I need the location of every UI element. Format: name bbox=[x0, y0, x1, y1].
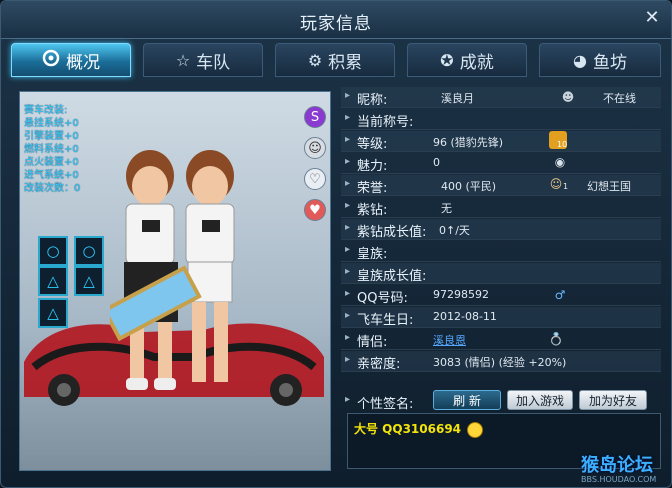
charm-value: 0 bbox=[433, 156, 440, 169]
male-symbol-icon: ♂ bbox=[554, 288, 566, 302]
row-charm: 魅力: 0 ◉ bbox=[341, 153, 661, 174]
purple-s-icon[interactable]: S bbox=[304, 106, 326, 128]
kart-stats: 赛车改装: 悬挂系统+0 引擎装置+0 燃料系统+0 点火装置+0 进气系统+0… bbox=[24, 104, 80, 195]
row-title: 当前称号: bbox=[341, 109, 661, 130]
side-icons: S ☺ ♡ ♥ bbox=[304, 106, 326, 230]
nickname-label: 昵称: bbox=[345, 89, 388, 108]
tab-label: 积累 bbox=[328, 52, 363, 73]
close-icon[interactable]: ✕ bbox=[641, 7, 663, 29]
tab-accumulate[interactable]: ⚙ 积累 bbox=[275, 43, 395, 77]
signature-text-wrap: 大号 QQ3106694 bbox=[354, 420, 484, 438]
title-label: 当前称号: bbox=[345, 111, 413, 130]
stat-line: 进气系统+0 bbox=[24, 170, 79, 181]
birthday-label: 飞车生日: bbox=[345, 309, 413, 328]
row-royal-growth: 皇族成长值: bbox=[341, 263, 661, 284]
title-bar: 玩家信息 ✕ bbox=[1, 1, 671, 39]
row-intimacy: 亲密度: 3083 (情侣) (经验 +20%) bbox=[341, 351, 661, 372]
heart-icon[interactable]: ♥ bbox=[304, 199, 326, 221]
qq-value: 97298592 bbox=[433, 288, 489, 301]
qq-label: QQ号码: bbox=[345, 287, 408, 306]
tab-label: 成就 bbox=[459, 52, 494, 73]
row-purple-growth: 紫钻成长值: 0↑/天 bbox=[341, 219, 661, 240]
stat-line: 引擎装置+0 bbox=[24, 131, 79, 142]
chat-icon[interactable]: ☺ bbox=[304, 137, 326, 159]
signature-row: 个性签名: 刷 新 加入游戏 加为好友 bbox=[341, 389, 661, 413]
stat-line: 点火装置+0 bbox=[24, 157, 79, 168]
level-label: 等级: bbox=[345, 133, 388, 152]
row-purple-diamond: 紫钻: 无 bbox=[341, 197, 661, 218]
row-nickname: 昵称: 溪良月 ☻ 不在线 bbox=[341, 87, 661, 108]
chat-bubble-icon[interactable]: ☻ bbox=[559, 88, 577, 106]
tab-label: 车队 bbox=[196, 52, 231, 73]
tab-achievements[interactable]: ✪ 成就 bbox=[407, 43, 527, 77]
row-royal: 皇族: bbox=[341, 241, 661, 262]
charm-chat-icon: ◉ bbox=[554, 155, 566, 169]
fish-icon: ◕ bbox=[573, 50, 587, 70]
add-friend-button[interactable]: 加为好友 bbox=[579, 390, 647, 410]
stat-line: 燃料系统+0 bbox=[24, 144, 79, 155]
level-badge-count: 10 bbox=[557, 140, 568, 149]
online-status: 不在线 bbox=[603, 92, 636, 105]
signature-text: 大号 QQ3106694 bbox=[354, 422, 462, 436]
character-figures bbox=[110, 150, 235, 390]
slot-triangle[interactable]: △ bbox=[74, 266, 104, 296]
tab-fish-shop[interactable]: ◕ 鱼坊 bbox=[539, 43, 661, 77]
tab-overview[interactable]: 概况 bbox=[11, 43, 131, 77]
row-qq: QQ号码: 97298592 ♂ bbox=[341, 285, 661, 306]
partner-link[interactable]: 溪良恩 bbox=[433, 332, 466, 348]
medal-icon: ✪ bbox=[440, 50, 454, 70]
swirl-icon bbox=[42, 49, 60, 71]
watermark-url: BBS.HOUDAO.COM bbox=[581, 475, 657, 484]
intimacy-value: 3083 (情侣) (经验 +20%) bbox=[433, 356, 567, 369]
nickname-value: 溪良月 bbox=[441, 92, 474, 105]
royal-label: 皇族: bbox=[345, 243, 388, 262]
row-level: 等级: 96 (猎豹先锋) 10 bbox=[341, 131, 661, 152]
purple-growth-label: 紫钻成长值: bbox=[345, 221, 426, 240]
slot-circle[interactable]: ○ bbox=[38, 236, 68, 266]
purple-growth-value: 0↑/天 bbox=[439, 224, 470, 237]
charm-label: 魅力: bbox=[345, 155, 388, 174]
window-title: 玩家信息 bbox=[300, 14, 372, 34]
info-table: 昵称: 溪良月 ☻ 不在线 当前称号: 等级: 96 (猎豹先锋) 10 魅力:… bbox=[341, 87, 661, 387]
tab-label: 概况 bbox=[66, 52, 100, 73]
stat-line: 改装次数：0 bbox=[24, 183, 81, 194]
level-value: 96 (猎豹先锋) bbox=[433, 136, 504, 149]
avatar-panel: 赛车改装: 悬挂系统+0 引擎装置+0 燃料系统+0 点火装置+0 进气系统+0… bbox=[19, 91, 331, 471]
honor-badge-count: 1 bbox=[563, 182, 569, 191]
tab-label: 鱼坊 bbox=[592, 52, 627, 73]
tab-bar: 概况 ☆ 车队 ⚙ 积累 ✪ 成就 ◕ 鱼坊 bbox=[11, 43, 663, 79]
tab-team[interactable]: ☆ 车队 bbox=[143, 43, 263, 77]
signature-label: 个性签名: bbox=[345, 393, 413, 412]
row-partner: 情侣: 溪良恩 💍 bbox=[341, 329, 661, 350]
royal-growth-label: 皇族成长值: bbox=[345, 265, 426, 284]
purple-label: 紫钻: bbox=[345, 199, 388, 218]
gear-icon: ⚙ bbox=[307, 50, 323, 70]
player-info-window: 玩家信息 ✕ 概况 ☆ 车队 ⚙ 积累 ✪ 成就 ◕ 鱼坊 赛车改装: 悬挂系统… bbox=[0, 0, 672, 488]
join-game-button[interactable]: 加入游戏 bbox=[507, 390, 573, 410]
watermark-logo: 猴岛论坛 bbox=[581, 455, 653, 476]
honor-label: 荣誉: bbox=[345, 177, 388, 196]
smiley-icon bbox=[467, 421, 484, 438]
star-icon: ☆ bbox=[175, 50, 191, 70]
kingdom-value: 幻想王国 bbox=[587, 180, 631, 193]
birthday-value: 2012-08-11 bbox=[433, 310, 497, 323]
purple-value: 无 bbox=[441, 202, 452, 215]
slot-triangle[interactable]: △ bbox=[38, 266, 68, 296]
stat-line: 悬挂系统+0 bbox=[24, 118, 79, 129]
ring-icon: 💍 bbox=[548, 332, 564, 346]
stat-line: 赛车改装: bbox=[24, 105, 68, 116]
row-honor: 荣誉: 400 (平民) ☺ 1 幻想王国 bbox=[341, 175, 661, 196]
slot-circle[interactable]: ○ bbox=[74, 236, 104, 266]
row-birthday: 飞车生日: 2012-08-11 bbox=[341, 307, 661, 328]
partner-label: 情侣: bbox=[345, 331, 388, 350]
refresh-button[interactable]: 刷 新 bbox=[433, 390, 501, 410]
intimacy-label: 亲密度: bbox=[345, 353, 400, 372]
heart-outline-icon[interactable]: ♡ bbox=[304, 168, 326, 190]
honor-value: 400 (平民) bbox=[441, 180, 497, 193]
